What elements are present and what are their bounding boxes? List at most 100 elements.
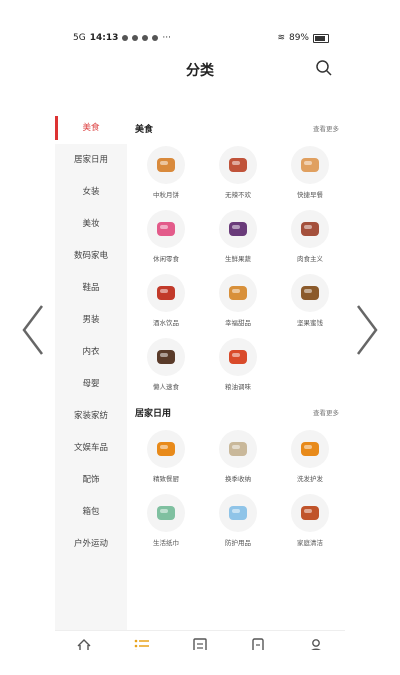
- sidebar-item[interactable]: 文娱车品: [55, 432, 127, 464]
- section-header: 居家日用 查看更多: [127, 396, 345, 424]
- notification-icon: [142, 35, 149, 41]
- subcategory-item[interactable]: 懒人速食: [131, 332, 201, 396]
- subcategory-label: 幸福甜品: [225, 319, 251, 327]
- tab-item[interactable]: 疯抢榜: [171, 631, 229, 650]
- tab-item[interactable]: 素材: [229, 631, 287, 650]
- subcategory-label: 中秋月饼: [153, 191, 179, 199]
- sidebar-item[interactable]: 内衣: [55, 336, 127, 368]
- section-header: 美食 查看更多: [127, 112, 345, 140]
- ranking-icon: [193, 638, 207, 650]
- pot-icon: [147, 430, 185, 468]
- fruit-icon: [219, 210, 257, 248]
- mooncake-icon: [147, 146, 185, 184]
- mask-icon: [219, 494, 257, 532]
- subcategory-item[interactable]: 粮油调味: [203, 332, 273, 396]
- page-title: 分类: [186, 63, 214, 79]
- subcategory-item[interactable]: 生鲜果蔬: [203, 204, 273, 268]
- drinks-icon: [147, 274, 185, 312]
- subcategory-label: 生活纸巾: [153, 539, 179, 547]
- view-more-link[interactable]: 查看更多: [313, 123, 339, 133]
- battery-icon: [313, 33, 329, 43]
- subcategory-label: 洗发护发: [297, 475, 323, 483]
- subcategory-item[interactable]: 换季收纳: [203, 424, 273, 488]
- notification-icon: [132, 35, 139, 41]
- spicy-food-icon: [219, 146, 257, 184]
- subcategory-item[interactable]: 洗发护发: [275, 424, 345, 488]
- sidebar-item[interactable]: 箱包: [55, 496, 127, 528]
- snack-bag-icon: [147, 210, 185, 248]
- sidebar-item[interactable]: 母婴: [55, 368, 127, 400]
- subcategory-grid: 中秋月饼 无辣不欢 快捷早餐休闲零食 生鲜果蔬 肉食主义酒水饮品 幸福甜品 坚果蜜饯懒人速食…: [127, 140, 345, 396]
- subcategory-label: 换季收纳: [225, 475, 251, 483]
- user-icon: [311, 639, 321, 650]
- shampoo-icon: [291, 430, 329, 468]
- subcategory-label: 肉食主义: [297, 255, 323, 263]
- sidebar-item[interactable]: 户外运动: [55, 528, 127, 560]
- cleaner-icon: [291, 494, 329, 532]
- more-notifications-icon: ···: [162, 33, 171, 43]
- sidebar-item[interactable]: 配饰: [55, 464, 127, 496]
- dessert-icon: [219, 274, 257, 312]
- subcategory-label: 酒水饮品: [153, 319, 179, 327]
- subcategory-label: 精致餐厨: [153, 475, 179, 483]
- subcategory-label: 生鲜果蔬: [225, 255, 251, 263]
- subcategory-item[interactable]: 坚果蜜饯: [275, 268, 345, 332]
- sidebar-item[interactable]: 鞋品: [55, 272, 127, 304]
- subcategory-label: 懒人速食: [153, 383, 179, 391]
- subcategory-item[interactable]: 家庭清洁: [275, 488, 345, 552]
- sidebar-item[interactable]: 男装: [55, 304, 127, 336]
- subcategory-item[interactable]: 肉食主义: [275, 204, 345, 268]
- subcategory-item[interactable]: 酒水饮品: [131, 268, 201, 332]
- wifi-icon: ≋: [277, 33, 285, 43]
- phone-screen: 5G 14:13 ··· ≋ 89% 分类 美食 居家日用 女装 美妆 数码家电 鞋品 男装…: [55, 26, 345, 650]
- tab-item[interactable]: 我的: [287, 631, 345, 650]
- instant-noodle-icon: [147, 338, 185, 376]
- grain-oil-icon: [219, 338, 257, 376]
- category-content: 美食 查看更多 中秋月饼 无辣不欢 快捷早餐 休闲零食 生鲜果蔬 肉食主义 酒水饮品 幸福甜品 坚果…: [127, 112, 345, 627]
- sidebar-item[interactable]: 女装: [55, 176, 127, 208]
- status-bar: 5G 14:13 ··· ≋ 89%: [55, 26, 345, 50]
- tissue-icon: [147, 494, 185, 532]
- sidebar-item[interactable]: 美食: [55, 112, 127, 144]
- subcategory-item[interactable]: 无辣不欢: [203, 140, 273, 204]
- prev-arrow-icon[interactable]: [18, 300, 48, 360]
- sidebar-item[interactable]: 家装家纺: [55, 400, 127, 432]
- category-sidebar: 美食 居家日用 女装 美妆 数码家电 鞋品 男装 内衣 母婴 家装家纺 文娱车品 配饰 箱包 户外运动: [55, 112, 127, 632]
- subcategory-label: 快捷早餐: [297, 191, 323, 199]
- subcategory-label: 防护用品: [225, 539, 251, 547]
- subcategory-item[interactable]: 精致餐厨: [131, 424, 201, 488]
- category-list-icon: [134, 639, 149, 650]
- title-bar: 分类: [55, 56, 345, 88]
- status-time: 14:13: [89, 33, 119, 43]
- tab-item[interactable]: 分类: [113, 631, 171, 650]
- sidebar-item[interactable]: 美妆: [55, 208, 127, 240]
- subcategory-label: 无辣不欢: [225, 191, 251, 199]
- section-title: 美食: [135, 125, 154, 135]
- subcategory-item[interactable]: 中秋月饼: [131, 140, 201, 204]
- subcategory-item[interactable]: 生活纸巾: [131, 488, 201, 552]
- subcategory-item[interactable]: 幸福甜品: [203, 268, 273, 332]
- bread-icon: [291, 146, 329, 184]
- signal-indicator: 5G: [73, 33, 86, 43]
- subcategory-label: 粮油调味: [225, 383, 251, 391]
- subcategory-item[interactable]: 防护用品: [203, 488, 273, 552]
- section-title: 居家日用: [135, 409, 172, 419]
- material-icon: [252, 638, 264, 650]
- meat-icon: [291, 210, 329, 248]
- view-more-link[interactable]: 查看更多: [313, 407, 339, 417]
- sidebar-item[interactable]: 数码家电: [55, 240, 127, 272]
- subcategory-item[interactable]: 快捷早餐: [275, 140, 345, 204]
- home-icon: [77, 639, 91, 650]
- battery-percent: 89%: [288, 33, 309, 43]
- next-arrow-icon[interactable]: [352, 300, 382, 360]
- nuts-icon: [291, 274, 329, 312]
- sidebar-item[interactable]: 居家日用: [55, 144, 127, 176]
- notification-icon: [152, 35, 159, 41]
- storage-icon: [219, 430, 257, 468]
- subcategory-item[interactable]: 休闲零食: [131, 204, 201, 268]
- subcategory-label: 坚果蜜饯: [297, 319, 323, 327]
- search-icon[interactable]: [315, 59, 333, 77]
- subcategory-grid: 精致餐厨 换季收纳 洗发护发生活纸巾 防护用品 家庭清洁: [127, 424, 345, 552]
- subcategory-label: 休闲零食: [153, 255, 179, 263]
- tab-item[interactable]: 首页: [55, 631, 113, 650]
